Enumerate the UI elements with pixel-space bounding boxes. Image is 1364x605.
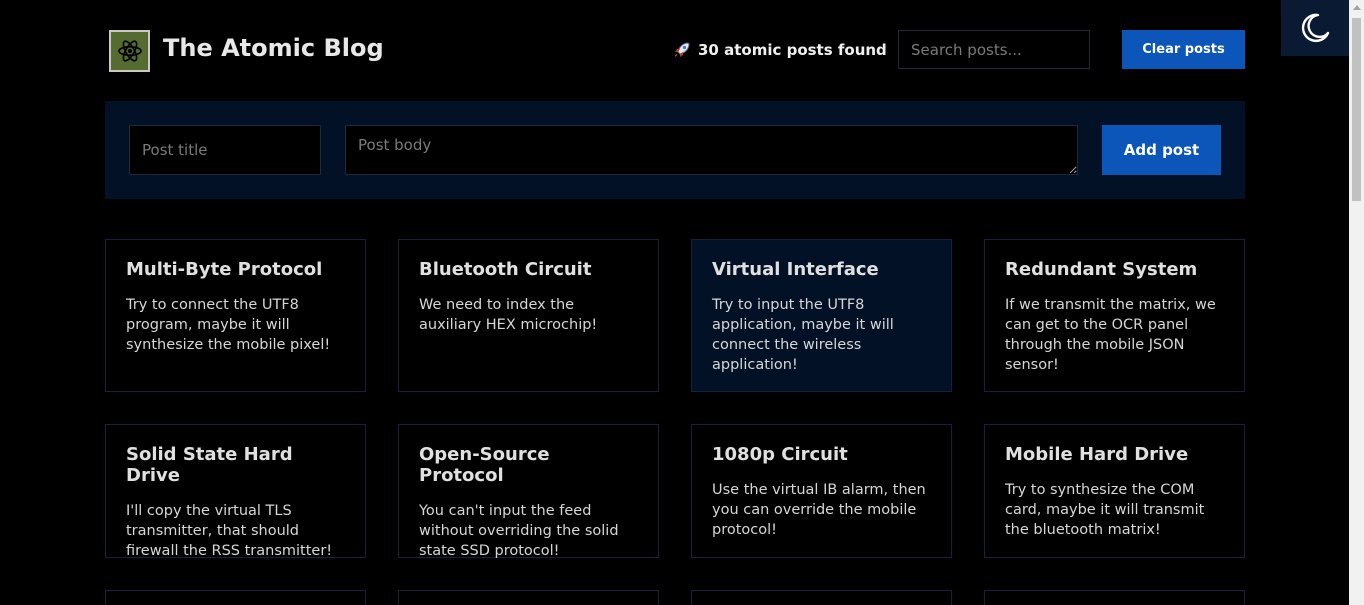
- post-title: 1080p Circuit: [712, 444, 848, 465]
- post-card: Bluetooth Circuit We need to index the a…: [398, 239, 659, 392]
- scrollbar[interactable]: [1349, 0, 1364, 605]
- app-title: The Atomic Blog: [163, 34, 384, 62]
- atom-icon: [109, 30, 150, 72]
- post-body: Use the virtual IB alarm, then you can o…: [712, 482, 926, 538]
- add-post-form: Add post: [105, 101, 1245, 199]
- post-count-text: 30 atomic posts found: [698, 41, 887, 59]
- post-title: Open-Source Protocol: [419, 444, 550, 486]
- clear-posts-button[interactable]: Clear posts: [1122, 30, 1245, 69]
- post-card: Mobile Hard Drive Try to synthesize the …: [984, 424, 1245, 558]
- rocket-icon: [675, 42, 690, 57]
- add-post-button[interactable]: Add post: [1102, 125, 1221, 175]
- post-title-input[interactable]: [129, 125, 321, 175]
- post-card: [984, 590, 1245, 605]
- post-body: If we transmit the matrix, we can get to…: [1005, 297, 1216, 373]
- post-title: Redundant System: [1005, 259, 1198, 280]
- post-card: Solid State Hard Drive I'll copy the vir…: [105, 424, 366, 559]
- post-title: Mobile Hard Drive: [1005, 444, 1189, 465]
- post-body: We need to index the auxiliary HEX micro…: [419, 297, 598, 333]
- post-title: Virtual Interface: [712, 259, 879, 280]
- search-input[interactable]: [898, 30, 1090, 69]
- post-body: Try to input the UTF8 application, maybe…: [712, 297, 894, 373]
- post-card: [398, 590, 659, 605]
- post-card: 1080p Circuit Use the virtual IB alarm, …: [691, 424, 952, 558]
- moon-icon: [1301, 13, 1330, 43]
- post-title: Solid State Hard Drive: [126, 444, 293, 486]
- scroll-thumb[interactable]: [1352, 18, 1361, 201]
- post-title: Multi-Byte Protocol: [126, 259, 323, 280]
- post-body: I'll copy the virtual TLS transmitter, t…: [126, 503, 333, 559]
- post-card: [105, 590, 366, 605]
- post-card: Virtual Interface Try to input the UTF8 …: [691, 239, 952, 392]
- post-count: 30 atomic posts found: [672, 40, 887, 60]
- post-card: Open-Source Protocol You can't input the…: [398, 424, 659, 559]
- post-card: Redundant System If we transmit the matr…: [984, 239, 1245, 392]
- post-card: Multi-Byte Protocol Try to connect the U…: [105, 239, 366, 392]
- post-body: Try to connect the UTF8 program, maybe i…: [126, 297, 331, 353]
- post-body: You can't input the feed without overrid…: [419, 503, 619, 559]
- post-card: [691, 590, 952, 605]
- post-title: Bluetooth Circuit: [419, 259, 592, 280]
- post-body: Try to synthesize the COM card, maybe it…: [1005, 482, 1205, 538]
- post-body-textarea[interactable]: [345, 125, 1078, 175]
- scroll-up-arrow-icon[interactable]: [1353, 5, 1361, 10]
- header: The Atomic Blog 30 atomic posts found Cl…: [109, 30, 1245, 72]
- theme-toggle-button[interactable]: [1281, 0, 1349, 56]
